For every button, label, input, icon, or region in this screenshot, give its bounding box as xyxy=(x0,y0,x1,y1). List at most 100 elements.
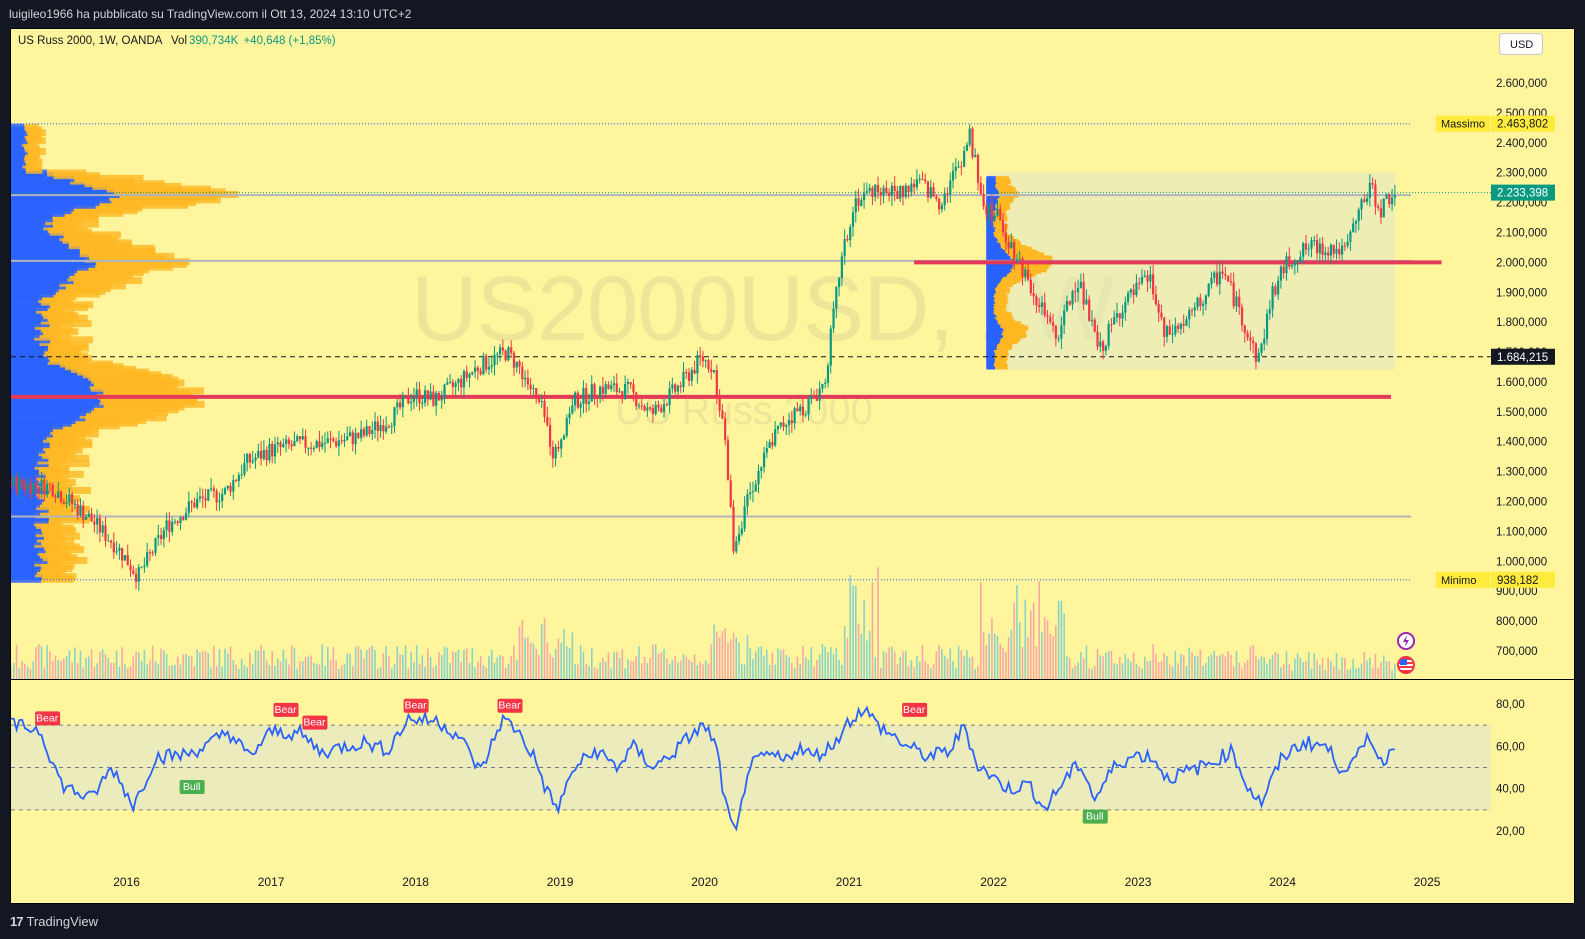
candle-body xyxy=(949,180,952,195)
candle-body xyxy=(476,367,479,372)
candle-body xyxy=(785,425,788,427)
range-profile-up xyxy=(986,176,996,182)
volume-bar xyxy=(793,668,796,679)
price-label-text: 2.463,802 xyxy=(1497,119,1548,131)
volume-bar xyxy=(290,645,293,679)
candle-body xyxy=(982,194,985,207)
candle-body xyxy=(487,366,491,370)
price-axis[interactable]: 2.600,0002.500,0002.400,0002.300,0002.20… xyxy=(1496,78,1547,658)
candle-body xyxy=(582,388,585,404)
volume-bar xyxy=(638,646,640,679)
bear-signal[interactable]: Bear xyxy=(35,711,61,726)
candle-body xyxy=(779,422,782,426)
candle-body xyxy=(1143,275,1146,277)
volume-bar xyxy=(1027,637,1029,679)
volume-bar xyxy=(1066,656,1068,679)
volume-bar xyxy=(365,650,368,679)
candle-body xyxy=(818,388,821,401)
candle-body xyxy=(390,425,393,427)
chart-canvas[interactable]: Bear Bull Bear Bear Bear Bear Bear Bull 2.600,00… xyxy=(11,29,1575,904)
candle-body xyxy=(240,474,243,476)
volume-bar xyxy=(874,656,877,679)
volume-bar xyxy=(49,651,51,679)
bear-signal[interactable]: Bear xyxy=(902,702,928,717)
volume-bar xyxy=(832,654,835,679)
rsi-axis[interactable]: 80,00 60,00 40,00 20,00 xyxy=(1496,699,1525,838)
tradingview-logo[interactable]: 17 TradingView xyxy=(10,914,98,929)
volume-bar xyxy=(1294,658,1296,679)
volume-bar xyxy=(1110,650,1113,679)
price-label-max[interactable]: 2.463,802 Massimo xyxy=(1436,115,1555,132)
candle-body xyxy=(1068,301,1071,305)
volume-bar xyxy=(1341,657,1343,679)
candle-body xyxy=(740,528,743,534)
chart-panel[interactable]: US2000USD, 1W US Russ 2000 Bear Bull Bear B… xyxy=(10,28,1575,904)
candle-body xyxy=(926,181,930,198)
us-flag-icon[interactable] xyxy=(1397,656,1415,674)
volume-bar xyxy=(577,664,579,679)
candle-body xyxy=(1279,266,1283,281)
candle-body xyxy=(743,506,746,529)
volume-bar xyxy=(188,656,190,679)
volume-bar xyxy=(602,657,604,679)
price-label-crosshair[interactable]: 1.684,215 xyxy=(1491,348,1555,365)
volume-bar xyxy=(363,658,365,679)
volume-bar xyxy=(379,667,382,679)
volume-bar xyxy=(754,651,757,679)
candle-body xyxy=(1160,312,1163,318)
price-label-min[interactable]: 938,182 Minimo xyxy=(1436,571,1555,588)
candle-body xyxy=(401,396,404,408)
bear-signal[interactable]: Bear xyxy=(273,702,299,717)
volume-bar xyxy=(1180,654,1182,679)
candle-body xyxy=(537,395,541,402)
candle-body xyxy=(1290,265,1294,267)
bull-signal[interactable]: Bull xyxy=(1082,809,1108,824)
bull-signal[interactable]: Bull xyxy=(179,779,205,794)
price-tick-label: 1.200,000 xyxy=(1496,497,1547,509)
volume-bar xyxy=(999,643,1002,679)
volume-bar xyxy=(1277,653,1279,679)
candle-body xyxy=(373,421,377,430)
candle-body xyxy=(999,208,1002,221)
price-label-last[interactable]: 2.233,398 xyxy=(1491,184,1555,201)
volume-bar xyxy=(1288,664,1291,679)
candle-body xyxy=(504,350,507,361)
candle-body xyxy=(1368,182,1371,198)
candle-body xyxy=(893,185,896,192)
candle-body xyxy=(518,361,521,367)
currency-button[interactable]: USD xyxy=(1499,33,1543,55)
volume-bar xyxy=(1391,670,1393,679)
candle-body xyxy=(1324,252,1327,255)
candle-body xyxy=(1065,301,1069,311)
volume-bar xyxy=(824,646,827,679)
candle-body xyxy=(232,480,235,492)
volume-bar xyxy=(643,656,646,679)
flash-icon[interactable] xyxy=(1397,632,1415,650)
candle-body xyxy=(913,183,916,188)
candle-body xyxy=(1149,274,1152,282)
volume-bar xyxy=(752,659,754,679)
volume-bar xyxy=(1007,637,1010,679)
candle-body xyxy=(535,388,538,396)
candle-body xyxy=(1157,304,1160,313)
volume-bar xyxy=(796,656,799,679)
candle-body xyxy=(1032,293,1035,297)
bear-signal[interactable]: Bear xyxy=(497,698,523,713)
bear-signal[interactable]: Bear xyxy=(302,715,328,730)
volume-bar xyxy=(879,667,882,679)
symbol-legend[interactable]: US Russ 2000, 1W, OANDA Vol 390,734K +40,… xyxy=(18,35,336,47)
candle-body xyxy=(601,386,604,394)
time-axis[interactable]: 2016 2017 2018 2019 2020 2021 2022 2023 2024 2025 xyxy=(113,875,1441,889)
volume-label: Vol xyxy=(171,35,188,47)
volume-bar xyxy=(1224,656,1227,679)
bear-signal[interactable]: Bear xyxy=(403,698,429,713)
volume-bar xyxy=(857,623,860,679)
candle-body xyxy=(318,440,321,447)
volume-bar xyxy=(1074,665,1077,679)
volume-bar xyxy=(696,665,699,679)
volume-bar xyxy=(179,664,182,679)
candle-body xyxy=(710,369,713,373)
volume-bar xyxy=(276,658,279,679)
candle-body xyxy=(1177,325,1180,329)
volume-bar xyxy=(1246,659,1249,679)
